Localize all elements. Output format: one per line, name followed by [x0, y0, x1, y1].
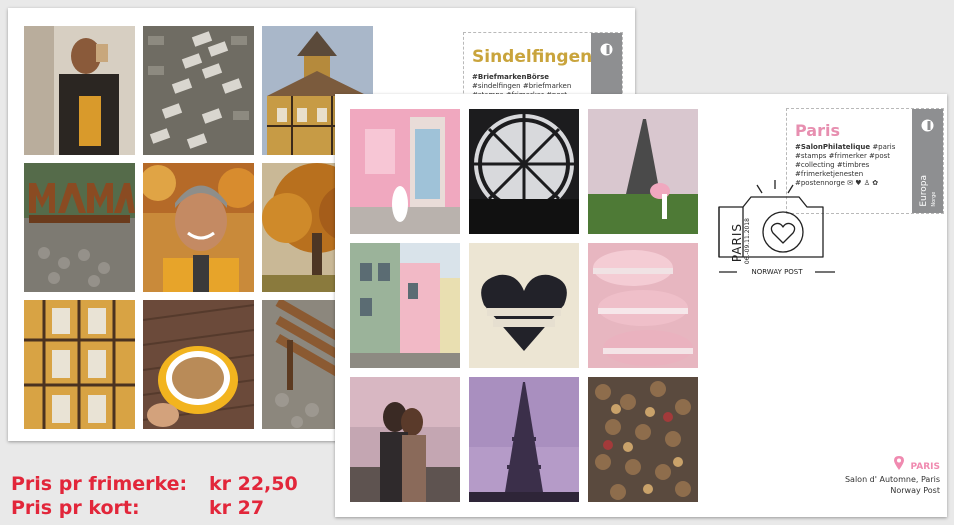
cobblestone-pavement-photo — [143, 26, 254, 155]
stamp-hashtag-rest: #paris — [870, 143, 896, 151]
heart-wall-art-photo — [469, 243, 579, 368]
price-value: kr 27 — [209, 497, 265, 519]
eiffel-tower-sunset-photo — [469, 377, 579, 502]
woman-mirror-selfie-photo — [24, 26, 135, 155]
coffee-cup-photo — [143, 300, 254, 429]
postmark-date: 06.-09.11.2018 — [744, 218, 751, 265]
postmark-place: PARIS — [730, 223, 744, 263]
stamp-hashtag-line: #sindelfingen #briefmarken — [472, 82, 572, 90]
europa-country-text: Norge — [931, 191, 937, 207]
couple-kissing-photo — [350, 377, 460, 502]
smiling-woman-autumn-selfie-photo — [143, 163, 254, 292]
postmark-label: NORWAY POST — [751, 268, 803, 276]
stamp-hashtag-bold: #SalonPhilatelique — [795, 143, 871, 151]
credit-event: Salon d' Automne, Paris — [844, 475, 940, 484]
stamp-hashtag-line: #stamps #frimerker #post — [795, 152, 891, 160]
stamp-europa-label: Europa Norge — [919, 175, 939, 207]
love-locks-photo — [588, 377, 698, 502]
location-pin-icon — [894, 456, 904, 470]
stamp-hashtag-line: #BriefmarkenBörse — [472, 73, 550, 81]
price-row-card: Pris pr kort: kr 27 — [11, 497, 264, 519]
credit-publisher: Norway Post — [890, 486, 940, 495]
posten-logo-icon — [600, 43, 613, 56]
stamp-side-band: Europa Norge — [912, 109, 943, 213]
price-label: Pris pr frimerke: — [11, 473, 188, 495]
stamp-hashtag-line: #collecting #timbres — [795, 161, 870, 169]
half-timbered-facade-photo — [24, 300, 135, 429]
pink-macarons-photo — [588, 243, 698, 368]
eiffel-tower-lawn-photo — [588, 109, 698, 234]
europa-text: Europa — [919, 175, 929, 207]
stamp-hashtag-line: #SalonPhilatelique #paris — [795, 143, 895, 152]
price-label: Pris pr kort: — [11, 497, 140, 519]
pink-house-facade-photo — [350, 109, 460, 234]
price-value: kr 22,50 — [209, 473, 298, 495]
orsay-clock-photo — [469, 109, 579, 234]
stamp-title: Paris — [795, 121, 840, 140]
credit-city: PARIS — [910, 462, 941, 472]
colorful-street-photo — [350, 243, 460, 368]
price-row-stamp: Pris pr frimerke: kr 22,50 — [11, 473, 298, 495]
stamp-title: Sindelfingen — [472, 47, 593, 67]
posten-logo-icon — [921, 119, 934, 132]
mama-bench-photo — [24, 163, 135, 292]
